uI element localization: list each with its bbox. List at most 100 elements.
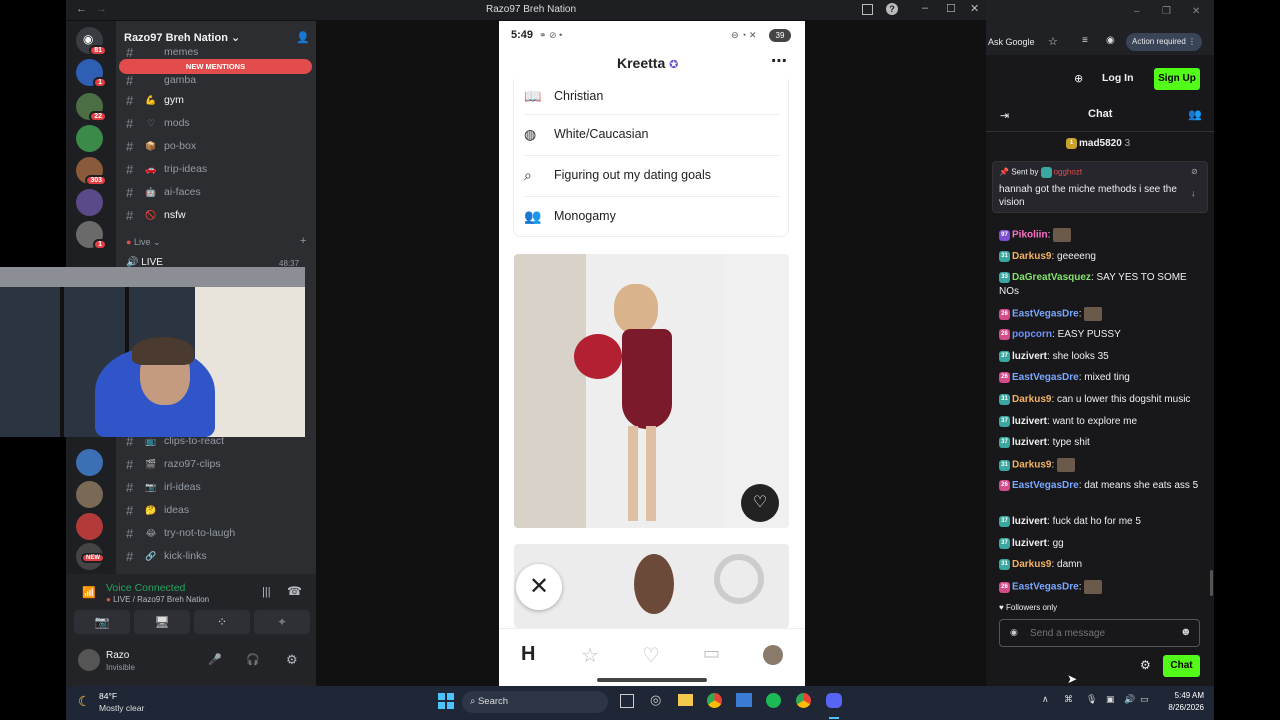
discord-home-icon[interactable]: ◉ 81 (76, 27, 107, 56)
chat-username[interactable]: Darkus9 (1012, 394, 1051, 405)
add-channel-icon[interactable]: + (300, 235, 306, 247)
chrome-icon[interactable] (707, 693, 722, 708)
minimize-icon[interactable]: – (922, 2, 928, 14)
server-icon[interactable] (76, 449, 103, 476)
settings-gear-icon[interactable]: ⚙ (286, 652, 298, 668)
mic-muted-icon[interactable]: 🎤 (208, 653, 222, 666)
emote-menu-icon[interactable]: ◉ (1010, 627, 1018, 638)
spotify-icon[interactable] (766, 693, 781, 708)
reading-list-icon[interactable]: ≡ (1082, 35, 1088, 46)
user-name[interactable]: Razo (106, 650, 129, 661)
message-input-box[interactable]: ◉ ☻ (999, 619, 1200, 647)
disconnect-icon[interactable]: ☎ (287, 584, 302, 598)
log-in-button[interactable]: Log In (1102, 72, 1134, 84)
server-icon[interactable]: 1 (76, 221, 107, 250)
channel-ai-faces[interactable]: # 🤖 ai-faces (126, 182, 311, 202)
channel-mods[interactable]: # ♡ mods (126, 113, 311, 133)
volume-icon[interactable]: 🔊 (1124, 694, 1135, 705)
chat-username[interactable]: luzivert (1012, 416, 1047, 427)
chat-username[interactable]: EastVegasDre (1012, 372, 1079, 383)
channel-ideas[interactable]: # 🤔 ideas (126, 500, 311, 520)
chat-username[interactable]: luzivert (1012, 351, 1047, 362)
chrome-profile-icon[interactable] (796, 693, 811, 708)
chat-username[interactable]: popcorn (1012, 329, 1052, 340)
camera-off-button[interactable]: 📷 (74, 610, 130, 634)
display-icon[interactable]: ▣ (1106, 694, 1115, 705)
photos-icon[interactable] (736, 693, 752, 707)
heart-nav-icon[interactable]: ♡ (642, 643, 660, 668)
chat-username[interactable]: EastVegasDre (1012, 480, 1079, 491)
screen-share-button[interactable]: 🖥 (134, 610, 190, 634)
weather-temp[interactable]: 84°F (99, 691, 117, 701)
chat-username[interactable]: luzivert (1012, 538, 1047, 549)
server-icon[interactable] (76, 513, 103, 540)
channel-gym[interactable]: # 💪 gym (126, 90, 311, 110)
chat-username[interactable]: EastVegasDre (1012, 582, 1079, 593)
server-icon[interactable]: 1 (76, 59, 107, 88)
profile-photo-1[interactable]: ♡ (514, 254, 789, 528)
globe-icon[interactable]: ⊕ (1074, 72, 1083, 85)
action-required-button[interactable]: Action required ⋮ (1126, 33, 1203, 51)
weather-desc[interactable]: Mostly clear (99, 703, 144, 713)
server-name[interactable]: Razo97 Breh Nation ⌄ (124, 31, 240, 44)
tray-chevron-icon[interactable]: ∧ (1042, 694, 1049, 705)
chat-username[interactable]: Darkus9 (1012, 460, 1051, 471)
top-gifter[interactable]: 1 mad5820 3 (1066, 138, 1130, 149)
channel-gamba[interactable]: # gamba (126, 73, 311, 87)
pinned-message[interactable]: 📌 Sent by ogghozt ⊘ ↓ hannah got the mic… (992, 161, 1208, 213)
like-button[interactable]: ♡ (741, 484, 779, 522)
unpin-icon[interactable]: ⊘ (1191, 167, 1198, 176)
chat-username[interactable]: EastVegasDre (1012, 309, 1079, 320)
close-icon[interactable]: ✕ (970, 2, 979, 15)
emoji-icon[interactable]: ☻ (1180, 626, 1192, 638)
category-live[interactable]: ● Live ⌄ (126, 237, 161, 248)
expand-arrow-icon[interactable]: ↓ (1191, 188, 1196, 198)
maximize-icon[interactable]: ☐ (946, 2, 956, 15)
collapse-chat-icon[interactable]: ⇥ (1000, 109, 1009, 122)
voice-status[interactable]: Voice Connected (106, 582, 185, 594)
taskbar-search[interactable]: ⌕ Search (462, 691, 608, 713)
chat-username[interactable]: Pikoliin (1012, 230, 1048, 241)
channel-irl-ideas[interactable]: # 📷 irl-ideas (126, 477, 311, 497)
clock-time[interactable]: 5:49 AM (1160, 691, 1204, 700)
server-icon[interactable]: 22 (76, 93, 107, 122)
channel-po-box[interactable]: # 📦 po-box (126, 136, 311, 156)
voice-channel-info[interactable]: ● LIVE / Razo97 Breh Nation (106, 595, 209, 604)
steam-icon[interactable]: ◎ (650, 692, 661, 708)
chat-username[interactable]: luzivert (1012, 516, 1047, 527)
new-mentions-banner[interactable]: NEW MENTIONS (119, 59, 312, 74)
restore-icon[interactable]: ❐ (1162, 6, 1171, 17)
server-icon[interactable] (76, 189, 103, 216)
clock-date[interactable]: 8/26/2026 (1160, 703, 1204, 712)
activities-button[interactable]: ⁘ (194, 610, 250, 634)
back-arrow-icon[interactable]: ← (76, 3, 87, 15)
avatar[interactable] (78, 649, 100, 671)
windows-start-icon[interactable] (438, 693, 454, 709)
task-view-icon[interactable] (620, 694, 634, 708)
sign-up-button[interactable]: Sign Up (1154, 68, 1200, 90)
channel-trip-ideas[interactable]: # 🚗 trip-ideas (126, 159, 311, 179)
soundboard-button[interactable]: ✦ (254, 610, 310, 634)
chat-username[interactable]: DaGreatVasquez (1012, 272, 1091, 283)
star-icon[interactable]: ☆ (581, 643, 599, 668)
minimize-icon[interactable]: – (1134, 6, 1140, 17)
send-message-input[interactable] (1030, 625, 1170, 641)
server-icon[interactable]: NEW (76, 543, 105, 570)
send-chat-button[interactable]: Chat (1163, 655, 1200, 677)
microphone-icon[interactable]: 🎙 (1086, 694, 1097, 705)
help-icon[interactable]: ? (886, 3, 898, 15)
file-explorer-icon[interactable] (678, 694, 693, 706)
chat-username[interactable]: Darkus9 (1012, 559, 1051, 570)
channel-nsfw[interactable]: # 🚫 nsfw (126, 205, 311, 225)
discord-icon[interactable] (826, 693, 842, 708)
inbox-icon[interactable] (862, 4, 873, 15)
channel-try-not-to-laugh[interactable]: # 😂 try-not-to-laugh (126, 523, 311, 543)
more-options-icon[interactable]: ⋯ (771, 51, 787, 71)
ask-google-button[interactable]: Ask Google (988, 37, 1035, 47)
channel-kick-links[interactable]: # 🔗 kick-links (126, 546, 311, 566)
close-icon[interactable]: ✕ (1192, 6, 1200, 17)
scrollbar[interactable] (1210, 570, 1213, 596)
network-icon[interactable]: ⌘ (1064, 694, 1073, 705)
account-icon[interactable]: ◉ (1106, 35, 1115, 46)
add-friend-icon[interactable]: 👤 (296, 31, 310, 44)
